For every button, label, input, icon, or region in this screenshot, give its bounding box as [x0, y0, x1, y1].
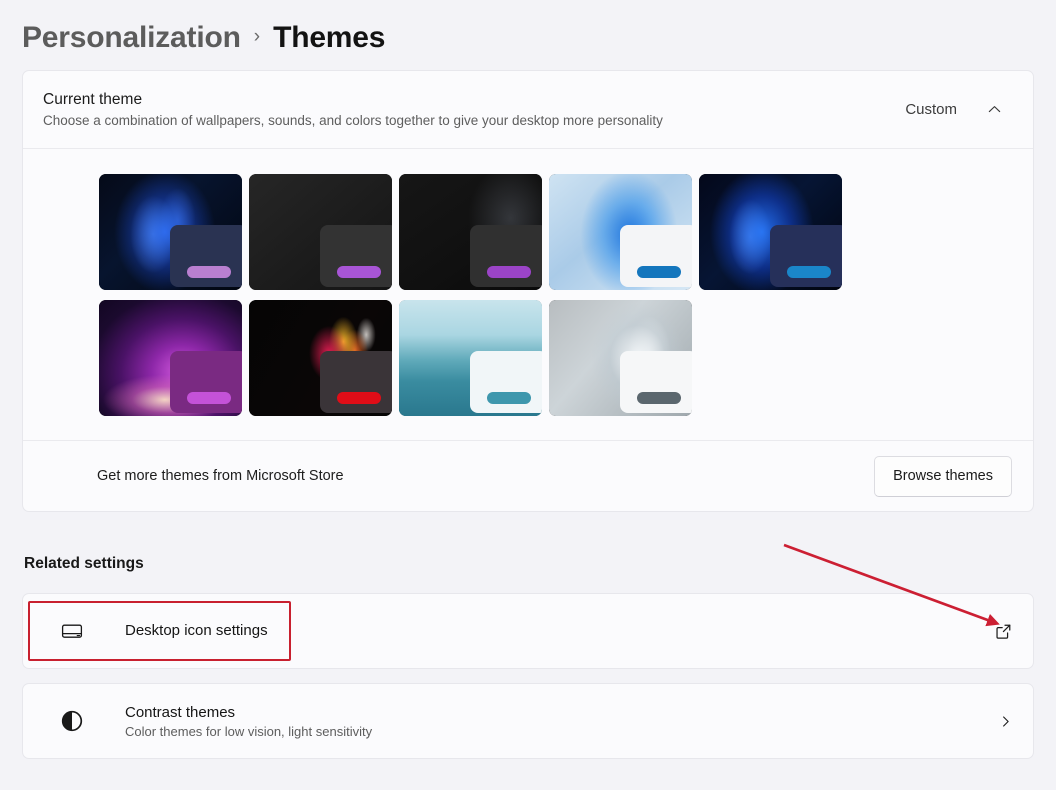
theme-window-preview — [620, 351, 692, 413]
desktop-icon-settings-card[interactable]: Desktop icon settings — [22, 593, 1034, 669]
contrast-circle-icon — [57, 708, 87, 734]
theme-thumbnail[interactable] — [99, 300, 242, 416]
theme-accent-swatch — [637, 392, 681, 404]
current-theme-card: Current theme Choose a combination of wa… — [22, 70, 1034, 512]
theme-window-preview — [170, 225, 242, 287]
browse-themes-button[interactable]: Browse themes — [874, 455, 1012, 497]
breadcrumb: Personalization › Themes — [22, 14, 385, 62]
theme-accent-swatch — [487, 266, 531, 278]
current-theme-subtitle: Choose a combination of wallpapers, soun… — [43, 113, 663, 128]
contrast-themes-sublabel: Color themes for low vision, light sensi… — [125, 723, 373, 739]
related-settings-heading: Related settings — [24, 555, 144, 572]
desktop-monitor-icon — [57, 619, 87, 643]
current-theme-title: Current theme — [43, 91, 143, 108]
current-theme-header-right: Custom — [905, 95, 1013, 125]
contrast-themes-label: Contrast themes — [125, 703, 236, 721]
store-text: Get more themes from Microsoft Store — [97, 468, 344, 484]
contrast-themes-row[interactable]: Contrast themes Color themes for low vis… — [23, 684, 1033, 758]
theme-window-preview — [320, 225, 392, 287]
page-title: Themes — [273, 21, 386, 54]
theme-thumbnail[interactable] — [399, 174, 542, 290]
breadcrumb-parent-link[interactable]: Personalization — [22, 21, 241, 55]
theme-thumbnail-grid — [23, 149, 863, 416]
contrast-themes-card[interactable]: Contrast themes Color themes for low vis… — [22, 683, 1034, 759]
external-link-icon[interactable] — [994, 622, 1013, 641]
current-theme-header-text: Current theme Choose a combination of wa… — [43, 91, 905, 128]
theme-accent-swatch — [487, 392, 531, 404]
store-row: Get more themes from Microsoft Store Bro… — [23, 440, 1033, 511]
current-theme-value: Custom — [905, 101, 957, 118]
theme-accent-swatch — [187, 392, 231, 404]
desktop-icon-settings-label: Desktop icon settings — [125, 622, 268, 639]
chevron-right-icon[interactable] — [998, 714, 1013, 729]
theme-thumbnail[interactable] — [549, 300, 692, 416]
theme-window-preview — [470, 351, 542, 413]
desktop-icon-settings-texts: Desktop icon settings — [125, 622, 994, 640]
theme-thumbnail[interactable] — [249, 174, 392, 290]
theme-thumbnail[interactable] — [99, 174, 242, 290]
theme-window-preview — [170, 351, 242, 413]
theme-thumbnail[interactable] — [399, 300, 542, 416]
theme-window-preview — [770, 225, 842, 287]
theme-thumbnail[interactable] — [699, 174, 842, 290]
theme-thumbnail[interactable] — [549, 174, 692, 290]
chevron-right-icon: › — [253, 25, 261, 47]
theme-accent-swatch — [337, 392, 381, 404]
theme-window-preview — [320, 351, 392, 413]
theme-window-preview — [620, 225, 692, 287]
theme-accent-swatch — [187, 266, 231, 278]
desktop-icon-settings-row[interactable]: Desktop icon settings — [23, 594, 1033, 668]
chevron-up-icon[interactable] — [979, 95, 1009, 125]
theme-thumbnail[interactable] — [249, 300, 392, 416]
theme-accent-swatch — [787, 266, 831, 278]
theme-accent-swatch — [637, 266, 681, 278]
contrast-themes-texts: Contrast themes Color themes for low vis… — [125, 704, 998, 739]
theme-accent-swatch — [337, 266, 381, 278]
theme-window-preview — [470, 225, 542, 287]
current-theme-header[interactable]: Current theme Choose a combination of wa… — [23, 71, 1033, 149]
